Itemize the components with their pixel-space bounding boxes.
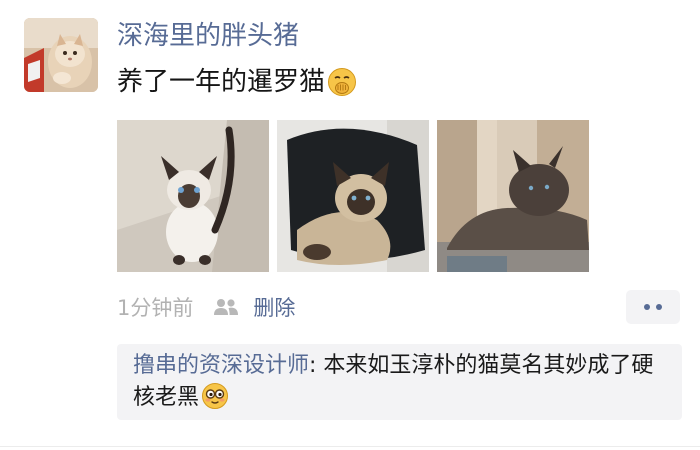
post-meta: 1分钟前 删除 — [117, 290, 295, 324]
siamese-kitten-photo[interactable] — [117, 120, 269, 272]
post-time: 1分钟前 — [117, 296, 194, 320]
comment-list: 撸串的资深设计师: 本来如玉淳朴的猫莫名其妙成了硬核老黑 — [117, 344, 682, 420]
more-dot — [644, 304, 650, 310]
photo-grid — [117, 120, 589, 272]
comment-item[interactable]: 撸串的资深设计师: 本来如玉淳朴的猫莫名其妙成了硬核老黑 — [133, 350, 673, 414]
siamese-cat-on-black-chair-photo[interactable] — [277, 120, 429, 272]
comment-author[interactable]: 撸串的资深设计师 — [133, 353, 309, 378]
comment-separator: : — [309, 353, 324, 378]
more-dots-icon[interactable] — [626, 290, 680, 324]
moment-post: 深海里的胖头猪 养了一年的暹罗猫 1分钟前 删除 撸串的资深设计师: 本来如玉淳… — [0, 0, 700, 450]
delete-button[interactable]: 删除 — [253, 292, 295, 322]
post-content: 养了一年的暹罗猫 — [117, 64, 357, 100]
dark-siamese-cat-on-sill-photo[interactable] — [437, 120, 589, 272]
avatar[interactable] — [24, 18, 98, 92]
divider — [0, 446, 700, 447]
facepalm-cover-mouth-emoji-icon — [327, 67, 357, 97]
nickname[interactable]: 深海里的胖头猪 — [117, 18, 299, 54]
shy-glasses-emoji-icon — [201, 382, 229, 410]
visibility-people-icon[interactable] — [213, 297, 239, 317]
post-text: 养了一年的暹罗猫 — [117, 67, 326, 97]
more-dot — [656, 304, 662, 310]
